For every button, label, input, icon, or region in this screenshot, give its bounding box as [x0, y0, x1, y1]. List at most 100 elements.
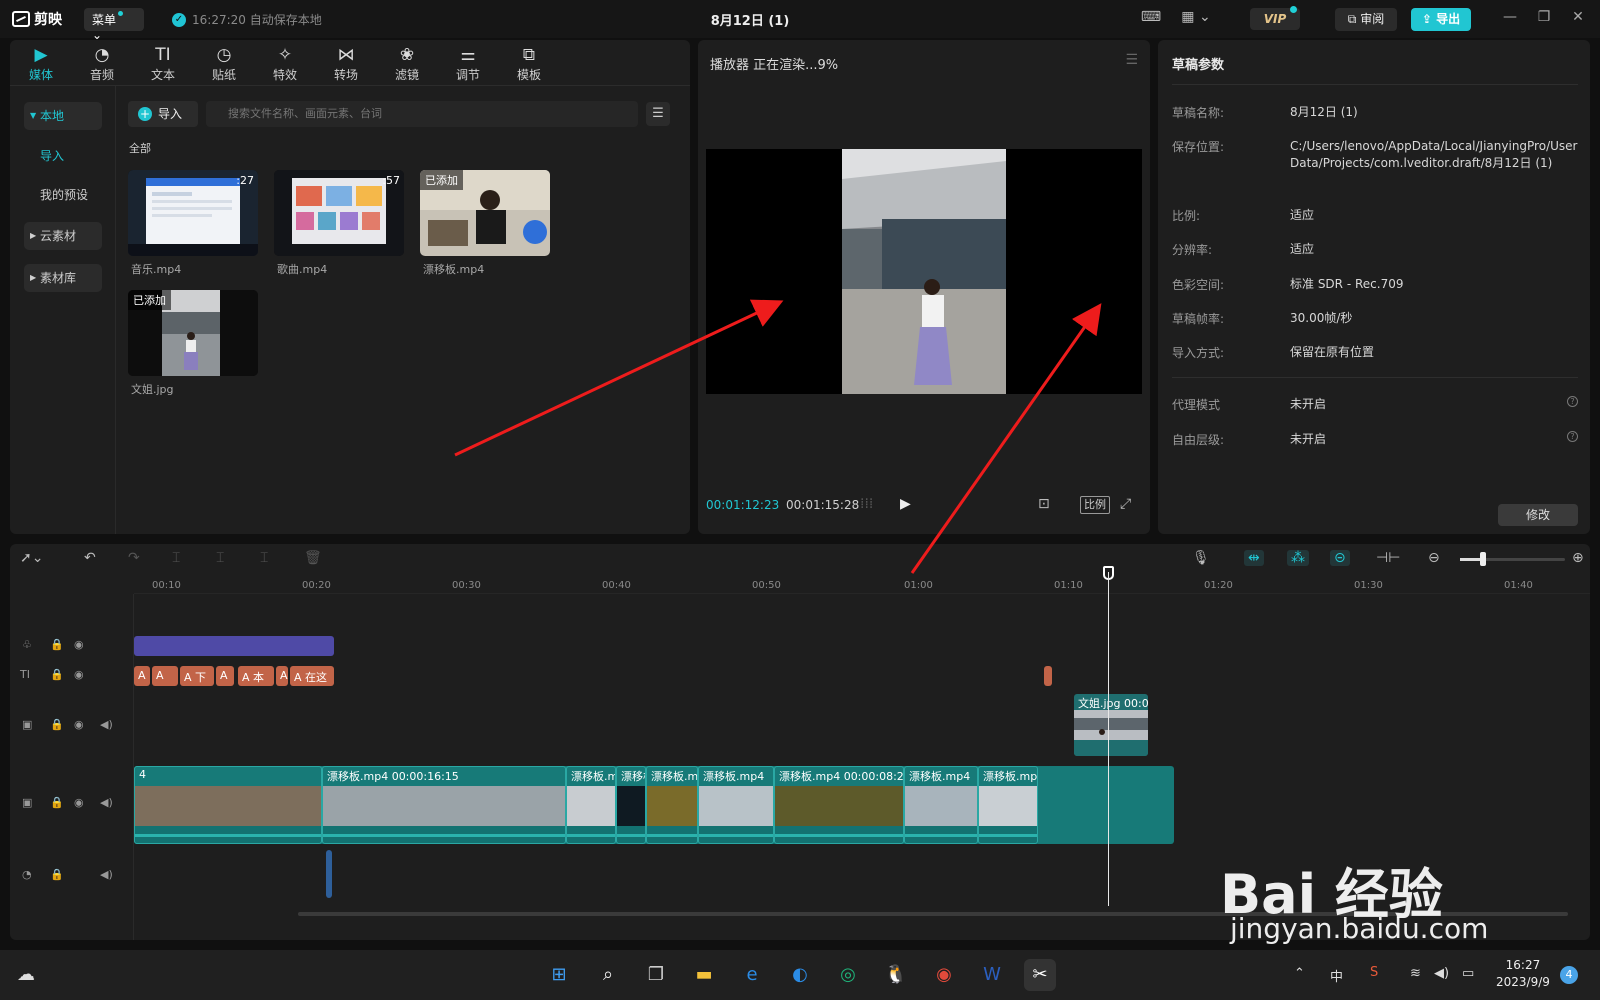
hamburger-icon[interactable]: ☰: [1125, 52, 1138, 68]
sidebar-item-library[interactable]: ▶ 素材库: [24, 264, 102, 292]
tab-media[interactable]: ▶ 媒体: [16, 44, 66, 83]
lock-icon[interactable]: 🔒: [50, 638, 64, 651]
capcut-taskbar-icon[interactable]: ✂: [1024, 959, 1056, 991]
preview-axis-icon[interactable]: ⊣⊢: [1376, 550, 1400, 566]
media-thumb-photo[interactable]: 已添加: [128, 290, 258, 376]
playhead[interactable]: [1108, 572, 1109, 906]
video-clip[interactable]: 漂移板.mp4: [904, 766, 978, 844]
video-clip[interactable]: 漂移板: [616, 766, 646, 844]
system-clock[interactable]: 16:27 2023/9/9: [1496, 957, 1550, 991]
eye-icon[interactable]: ◉: [74, 718, 84, 731]
speaker-icon[interactable]: ◀): [100, 718, 113, 731]
tab-text[interactable]: TI 文本: [138, 44, 188, 83]
chevron-up-icon[interactable]: ⌃: [1294, 966, 1305, 981]
effect-clip[interactable]: [134, 636, 334, 656]
close-icon[interactable]: ✕: [1568, 9, 1588, 29]
zoom-handle[interactable]: [1480, 552, 1486, 566]
text-clip[interactable]: A: [276, 666, 288, 686]
zoom-in-icon[interactable]: ⊕: [1572, 550, 1584, 566]
sidebar-item-import[interactable]: 导入: [24, 142, 102, 170]
eye-icon[interactable]: ◉: [74, 638, 84, 651]
minimize-icon[interactable]: —: [1500, 9, 1520, 29]
tab-sticker[interactable]: ◷ 贴纸: [199, 44, 249, 83]
image-clip[interactable]: 文姐.jpg 00:0: [1074, 694, 1148, 756]
snapshot-icon[interactable]: ⊡: [1038, 496, 1050, 512]
select-cursor-icon[interactable]: ➚⌄: [20, 550, 43, 566]
vip-badge[interactable]: VIP: [1250, 6, 1300, 30]
text-clip[interactable]: A: [152, 666, 178, 686]
chrome-icon[interactable]: ◉: [928, 959, 960, 991]
task-view-icon[interactable]: ❐: [640, 959, 672, 991]
export-button[interactable]: ⇪ 导出: [1411, 8, 1471, 31]
video-clip[interactable]: 4: [134, 766, 322, 844]
restore-icon[interactable]: ❐: [1534, 9, 1554, 29]
edge-icon[interactable]: ◎: [832, 959, 864, 991]
tab-effects[interactable]: ✧ 特效: [260, 44, 310, 83]
text-clip[interactable]: A 本: [238, 666, 274, 686]
menu-button[interactable]: 菜单 ⌄: [84, 8, 144, 42]
wifi-icon[interactable]: ≋: [1410, 966, 1421, 981]
auto-snap-icon[interactable]: ⁂: [1287, 550, 1309, 566]
keyboard-icon[interactable]: ⌨: [1140, 9, 1162, 29]
speaker-icon[interactable]: ◀): [100, 868, 113, 881]
text-clip[interactable]: A: [216, 666, 234, 686]
review-button[interactable]: ⧉ 审阅: [1335, 8, 1397, 31]
lock-icon[interactable]: 🔒: [50, 718, 64, 731]
media-thumb-song[interactable]: :57: [274, 170, 404, 256]
sidebar-item-cloud[interactable]: ▶ 云素材: [24, 222, 102, 250]
modify-button[interactable]: 修改: [1498, 504, 1578, 526]
video-clip[interactable]: 漂移板.m: [566, 766, 616, 844]
lock-icon[interactable]: 🔒: [50, 796, 64, 809]
ratio-button[interactable]: 比例: [1080, 496, 1110, 514]
text-clip[interactable]: A: [134, 666, 150, 686]
import-button[interactable]: + 导入: [128, 101, 198, 127]
speaker-icon[interactable]: ◀): [100, 796, 113, 809]
tab-filter[interactable]: ❀ 滤镜: [382, 44, 432, 83]
text-clip[interactable]: A 下: [180, 666, 214, 686]
video-clip[interactable]: 漂移板.mp4: [698, 766, 774, 844]
media-thumb-drift[interactable]: 已添加: [420, 170, 550, 256]
help-icon[interactable]: ?: [1567, 431, 1578, 442]
undo-icon[interactable]: ↶: [84, 550, 96, 566]
text-clip[interactable]: A 在这: [290, 666, 334, 686]
audio-clip[interactable]: [326, 850, 332, 898]
eye-icon[interactable]: ◉: [74, 668, 84, 681]
battery-icon[interactable]: ▭: [1462, 966, 1474, 981]
volume-icon[interactable]: ◀): [1434, 966, 1449, 981]
browser-icon[interactable]: ◐: [784, 959, 816, 991]
file-explorer-icon[interactable]: ▬: [688, 959, 720, 991]
video-clip[interactable]: 漂移板.mp: [978, 766, 1038, 844]
eye-icon[interactable]: ◉: [74, 796, 84, 809]
layout-icon[interactable]: ▦ ⌄: [1176, 9, 1216, 29]
main-track-magnet-icon[interactable]: ⇹: [1244, 550, 1264, 566]
microphone-icon[interactable]: 🎙: [1192, 550, 1210, 566]
video-clip[interactable]: 漂移板.m: [646, 766, 698, 844]
lock-icon[interactable]: 🔒: [50, 868, 64, 881]
ime-indicator[interactable]: 中: [1330, 966, 1343, 985]
video-clip[interactable]: 漂移板.mp4 00:00:16:15: [322, 766, 566, 844]
zoom-out-icon[interactable]: ⊖: [1428, 550, 1440, 566]
tab-transition[interactable]: ⋈ 转场: [321, 44, 371, 83]
sidebar-item-presets[interactable]: 我的预设: [24, 181, 102, 209]
play-icon[interactable]: ▶: [900, 496, 911, 512]
word-icon[interactable]: W: [976, 959, 1008, 991]
weather-icon[interactable]: ☁: [10, 959, 42, 991]
tab-audio[interactable]: ◔ 音频: [77, 44, 127, 83]
tab-adjust[interactable]: ⚌ 调节: [443, 44, 493, 83]
grid-icon[interactable]: ⁞⁞⁞: [860, 496, 873, 512]
search-taskbar-icon[interactable]: ⌕: [592, 959, 624, 991]
text-clip[interactable]: [1044, 666, 1052, 686]
preview-canvas[interactable]: [706, 149, 1142, 394]
zoom-slider[interactable]: [1460, 552, 1565, 566]
media-thumb-music[interactable]: :27: [128, 170, 258, 256]
windows-start-icon[interactable]: ⊞: [543, 959, 575, 991]
help-icon[interactable]: ?: [1567, 396, 1578, 407]
time-ruler[interactable]: 00:10 00:20 00:30 00:40 00:50 01:00 01:1…: [134, 574, 1590, 594]
fullscreen-icon[interactable]: ⤢: [1120, 496, 1131, 512]
lock-icon[interactable]: 🔒: [50, 668, 64, 681]
list-view-icon[interactable]: ☰: [646, 102, 670, 126]
notification-badge[interactable]: 4: [1560, 966, 1578, 984]
tab-template[interactable]: ⧉ 模板: [504, 44, 554, 83]
search-input[interactable]: [206, 101, 638, 127]
link-icon[interactable]: ⊝: [1330, 550, 1350, 566]
